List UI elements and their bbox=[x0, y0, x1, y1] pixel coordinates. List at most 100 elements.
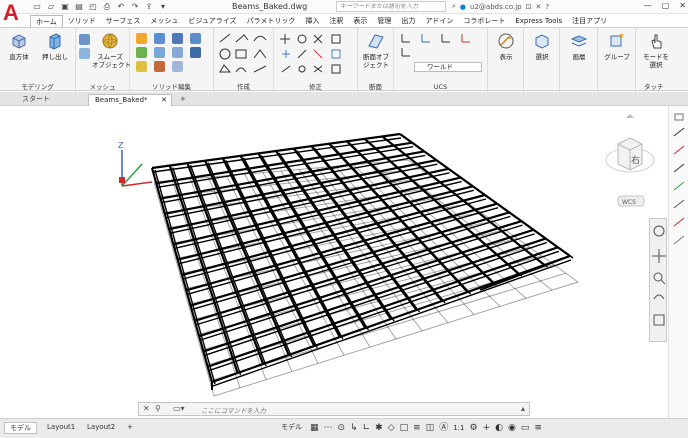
share-icon[interactable]: ⇪ bbox=[144, 2, 154, 12]
pan-icon[interactable] bbox=[652, 249, 666, 263]
dropdown-icon[interactable]: ▾ bbox=[158, 2, 168, 12]
minimize-icon[interactable]: — bbox=[644, 1, 652, 10]
save-icon[interactable]: ▣ bbox=[60, 2, 70, 12]
draw-tools-icons[interactable] bbox=[218, 32, 272, 76]
polar-icon[interactable]: ✱ bbox=[375, 422, 383, 434]
tab-manage[interactable]: 管理 bbox=[372, 15, 396, 27]
slice-icon[interactable] bbox=[154, 33, 165, 44]
tab-parametric[interactable]: パラメトリック bbox=[242, 15, 301, 27]
tab-layout2[interactable]: Layout2 bbox=[82, 422, 120, 434]
tab-home[interactable]: ホーム bbox=[30, 15, 63, 27]
object-snap-icon[interactable]: □ bbox=[400, 422, 409, 434]
cmd-recent-icon[interactable]: ▭▾ bbox=[173, 404, 185, 413]
ucs-combo[interactable]: ワールド bbox=[414, 62, 482, 72]
cart-icon[interactable]: ⊡ bbox=[526, 3, 532, 11]
search-icon[interactable]: ⌕ bbox=[452, 2, 456, 11]
view-button[interactable]: 表示 bbox=[490, 31, 522, 61]
panel-title-modeling[interactable]: モデリング bbox=[0, 81, 75, 91]
workspace-gear-icon[interactable]: ⚙ bbox=[469, 422, 477, 434]
tab-model[interactable]: モデル bbox=[4, 422, 37, 434]
undo-icon[interactable]: ↶ bbox=[116, 2, 126, 12]
tab-mesh[interactable]: メッシュ bbox=[145, 15, 183, 27]
cmd-expand-icon[interactable]: ▴ bbox=[521, 404, 525, 413]
tab-close-icon[interactable]: ✕ bbox=[161, 95, 167, 106]
steering-wheel-icon[interactable] bbox=[653, 225, 665, 237]
tab-surface[interactable]: サーフェス bbox=[101, 15, 146, 27]
snap-icon[interactable]: ⋯ bbox=[324, 422, 333, 434]
lineweight-icon[interactable]: ≡ bbox=[413, 422, 421, 434]
autocad-logo[interactable]: A bbox=[3, 2, 29, 24]
model-space-toggle[interactable]: モデル bbox=[276, 422, 307, 434]
groups-button[interactable]: グループ bbox=[601, 31, 633, 61]
tab-beams-baked[interactable]: Beams_Baked* ✕ bbox=[88, 94, 172, 106]
extract-edges-icon[interactable] bbox=[172, 33, 183, 44]
command-input[interactable]: ここにコマンドを入力 bbox=[201, 405, 266, 415]
close-icon[interactable]: ✕ bbox=[679, 1, 686, 10]
tab-insert[interactable]: 挿入 bbox=[300, 15, 324, 27]
viewcube-home-icon[interactable] bbox=[626, 114, 634, 118]
new-file-icon[interactable]: ▭ bbox=[32, 2, 42, 12]
tab-solid[interactable]: ソリッド bbox=[63, 15, 101, 27]
extrude-button[interactable]: 押し出し bbox=[38, 31, 72, 61]
plus-icon[interactable]: + bbox=[483, 422, 491, 434]
cmd-close-icon[interactable]: ✕ bbox=[143, 404, 150, 413]
redo-icon[interactable]: ↷ bbox=[130, 2, 140, 12]
clean-screen-icon[interactable]: ▭ bbox=[521, 422, 530, 434]
intersect-icon[interactable] bbox=[136, 61, 147, 72]
dynamic-input-icon[interactable]: ↳ bbox=[350, 422, 358, 434]
subtract-icon[interactable] bbox=[136, 47, 147, 58]
web-save-icon[interactable]: ◰ bbox=[88, 2, 98, 12]
viewcube-face-right[interactable]: 右 bbox=[631, 154, 640, 166]
mesh-convert-icon[interactable] bbox=[79, 48, 90, 59]
ucs-tools-icons[interactable] bbox=[398, 32, 484, 58]
panel-title-touch[interactable]: タッチ bbox=[644, 81, 688, 91]
grid-icon[interactable]: ▦ bbox=[310, 422, 319, 434]
wcs-menu[interactable]: WCS bbox=[622, 199, 636, 206]
infer-icon[interactable]: ⊙ bbox=[338, 422, 346, 434]
tab-layout1[interactable]: Layout1 bbox=[42, 422, 80, 434]
tab-addins[interactable]: アドイン bbox=[420, 15, 458, 27]
save-as-icon[interactable]: ▤ bbox=[74, 2, 84, 12]
open-file-icon[interactable]: ▱ bbox=[46, 2, 56, 12]
shell-icon[interactable] bbox=[190, 47, 201, 58]
search-input[interactable]: キーワードまたは語句を入力 bbox=[336, 1, 446, 12]
tab-view[interactable]: 表示 bbox=[348, 15, 372, 27]
tab-visualize[interactable]: ビジュアライズ bbox=[183, 15, 241, 27]
zoom-icon[interactable] bbox=[653, 272, 663, 282]
hardware-accel-icon[interactable]: ◉ bbox=[508, 422, 516, 434]
fillet-edge-icon[interactable] bbox=[190, 33, 201, 44]
tab-featured-apps[interactable]: 注目アプリ bbox=[567, 15, 612, 27]
panel-title-modify[interactable]: 修正 bbox=[274, 81, 357, 91]
select-button[interactable]: 選択 bbox=[526, 31, 558, 61]
print-icon[interactable]: ⎙ bbox=[102, 2, 112, 12]
imprint-icon[interactable] bbox=[172, 47, 183, 58]
viewcube[interactable]: 右 WCS bbox=[600, 112, 660, 208]
isolate-icon[interactable]: ◐ bbox=[495, 422, 503, 434]
drawing-viewport[interactable]: Z 右 WCS bbox=[0, 106, 688, 418]
panel-title-solid-edit[interactable]: ソリッド編集 bbox=[130, 81, 213, 91]
smooth-object-button[interactable]: スムーズ オブジェクト bbox=[92, 31, 131, 69]
thicken-icon[interactable] bbox=[154, 47, 165, 58]
tab-annotate[interactable]: 注釈 bbox=[324, 15, 348, 27]
annotation-icon[interactable]: Ⓐ bbox=[439, 422, 448, 434]
section-plane-button[interactable]: 断面オブ ジェクト bbox=[360, 31, 392, 69]
showmotion-icon[interactable] bbox=[653, 314, 665, 326]
tab-collaborate[interactable]: コラボレート bbox=[458, 15, 510, 27]
add-layout-icon[interactable]: + bbox=[122, 422, 138, 434]
exchange-icon[interactable]: ✕ bbox=[535, 3, 541, 11]
ortho-icon[interactable]: ∟ bbox=[363, 422, 371, 434]
panel-title-ucs[interactable]: UCS bbox=[394, 83, 487, 91]
select-mode-button[interactable]: モードを 選択 bbox=[640, 31, 672, 69]
separate-icon[interactable] bbox=[172, 61, 183, 72]
maximize-icon[interactable]: ▢ bbox=[662, 1, 670, 10]
tab-output[interactable]: 出力 bbox=[396, 15, 420, 27]
union-icon[interactable] bbox=[136, 33, 147, 44]
command-line[interactable]: ✕ ⚲ ▭▾ ここにコマンドを入力 ▴ bbox=[138, 402, 530, 416]
scale-label[interactable]: 1:1 bbox=[453, 422, 464, 434]
isodraft-icon[interactable]: ◇ bbox=[388, 422, 395, 434]
customize-icon[interactable]: ≡ bbox=[534, 422, 542, 434]
new-tab-icon[interactable]: + bbox=[174, 94, 192, 106]
panel-title-mesh[interactable]: メッシュ bbox=[76, 81, 129, 91]
orbit-icon[interactable] bbox=[653, 294, 665, 300]
modify-tools-icons[interactable] bbox=[280, 32, 354, 76]
